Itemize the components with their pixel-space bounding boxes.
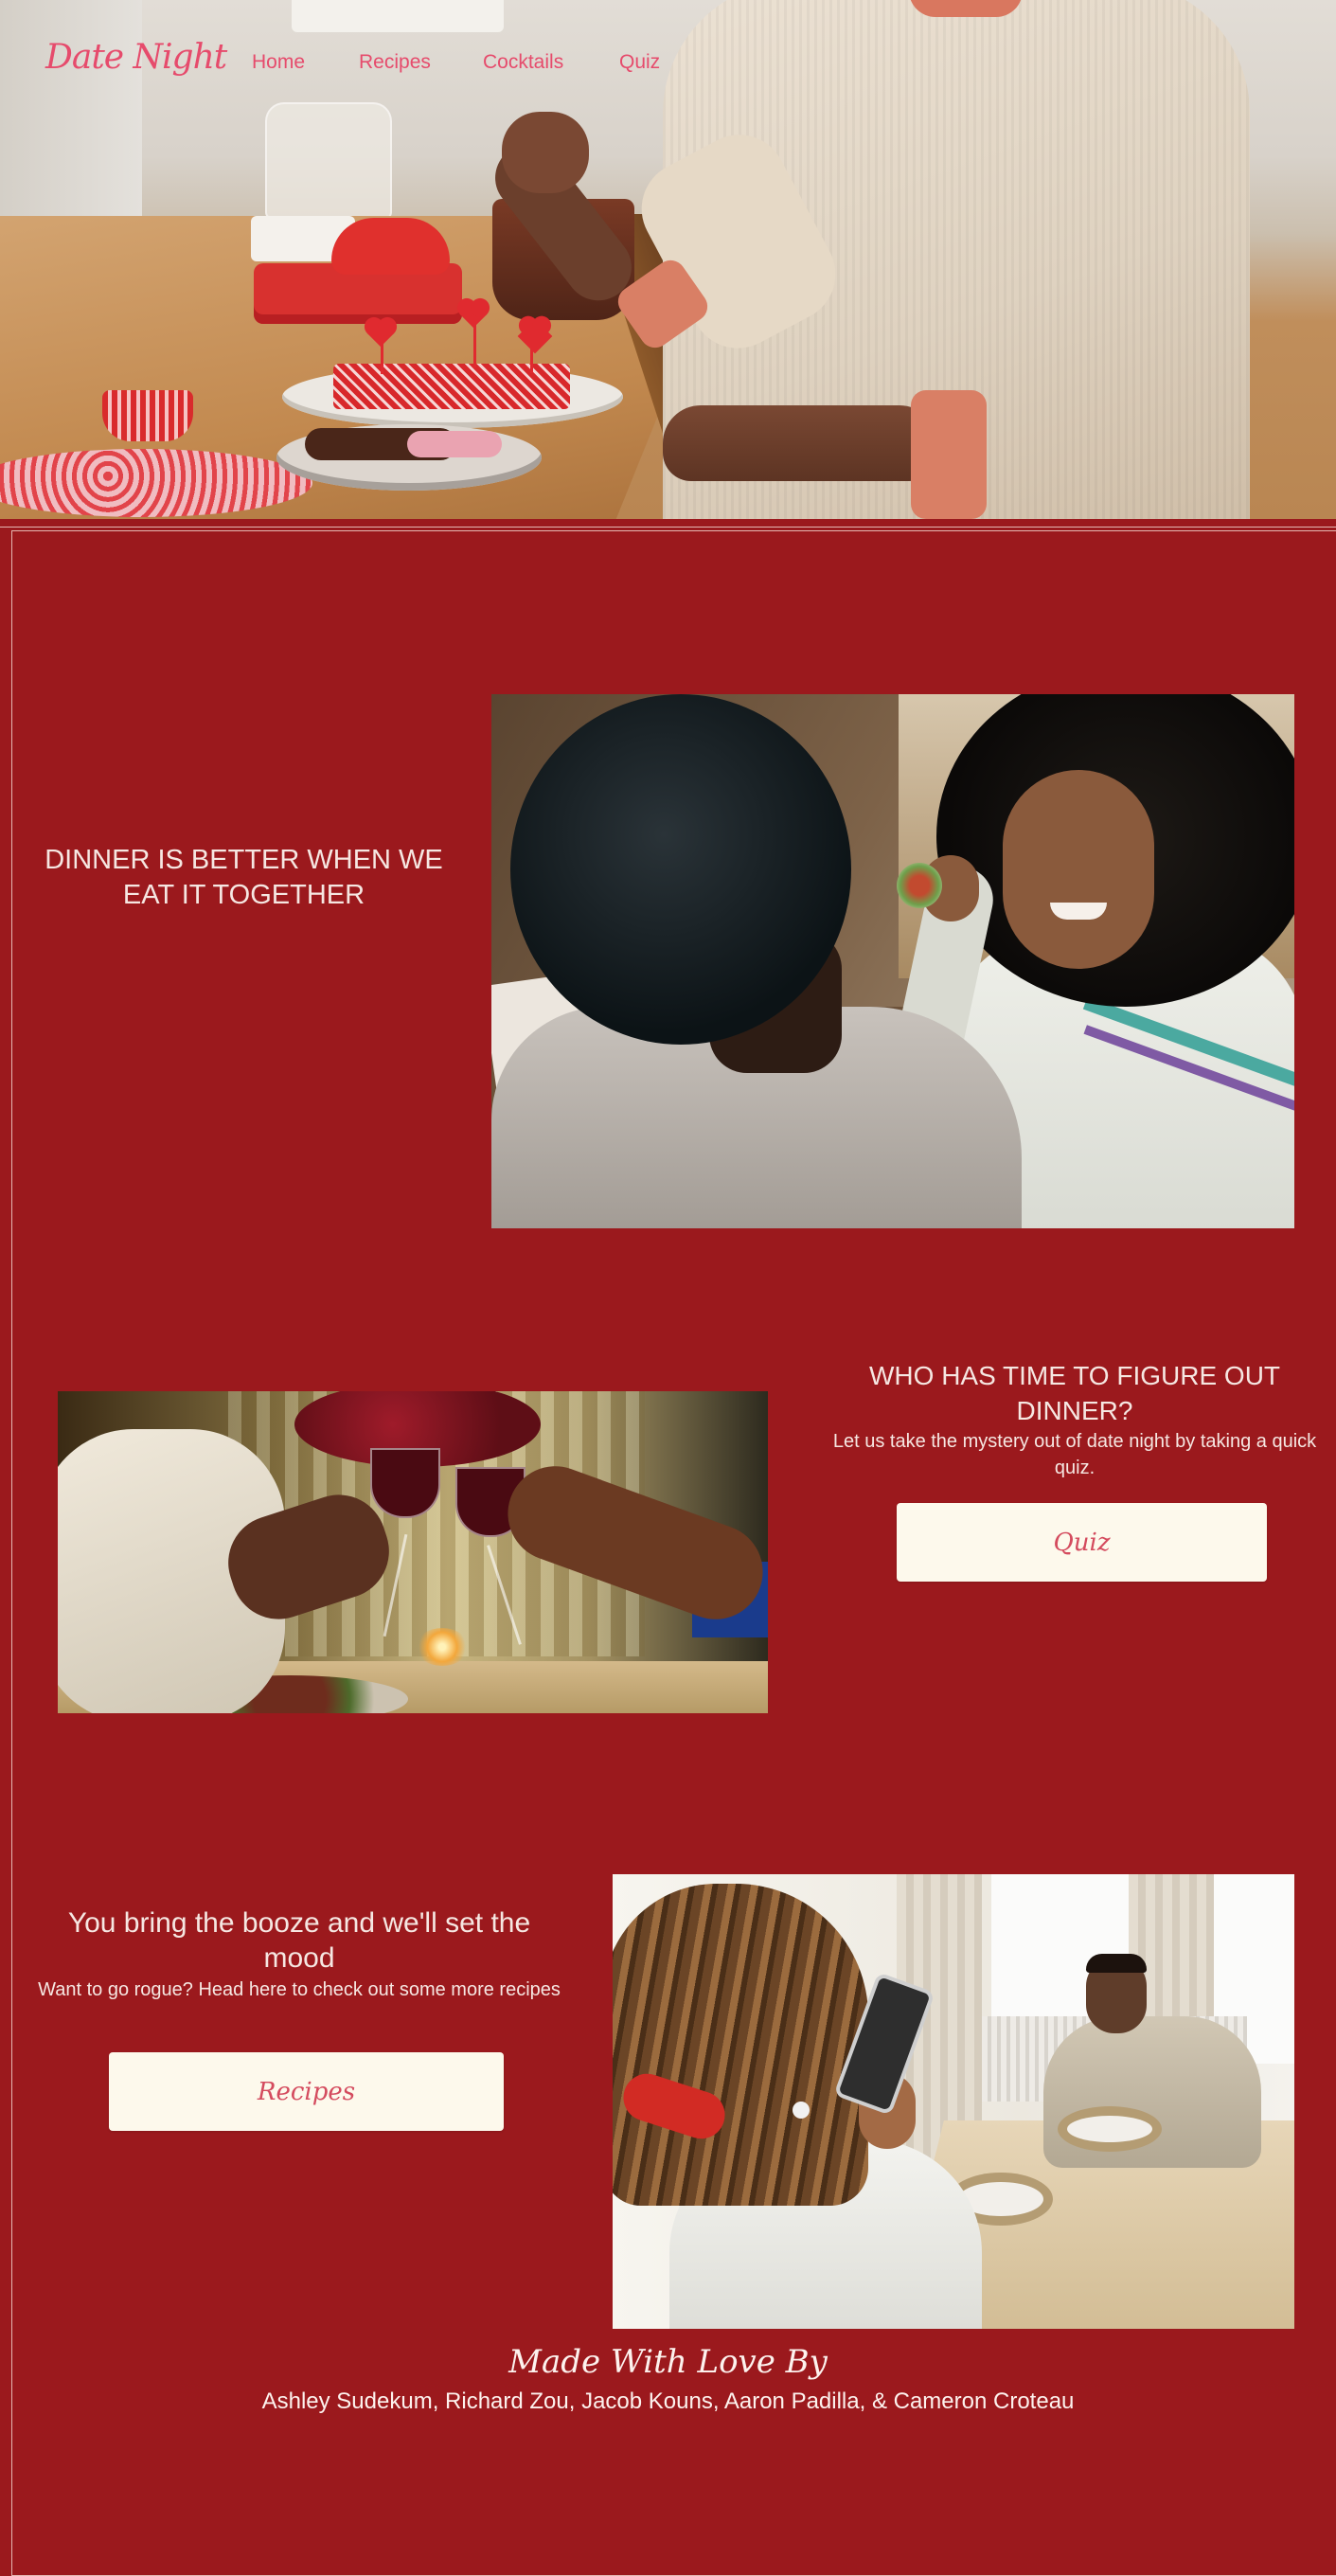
photo-smile xyxy=(1050,903,1107,920)
dining-photo xyxy=(613,1874,1294,2329)
hero-hand xyxy=(663,405,937,481)
photo-food xyxy=(897,863,942,908)
recipes-button[interactable]: Recipes xyxy=(109,2052,504,2131)
photo-earring xyxy=(793,2102,810,2119)
photo-plate xyxy=(1067,2116,1152,2142)
photo-hair xyxy=(1086,1954,1147,1973)
photo-face xyxy=(1003,770,1154,969)
top-nav: Date Night Home Recipes Cocktails Quiz xyxy=(0,0,1336,133)
section-heading-together: DINNER IS BETTER WHEN WE EAT IT TOGETHER xyxy=(45,845,443,910)
photo-wine-glass xyxy=(370,1448,440,1518)
nav-recipes[interactable]: Recipes xyxy=(359,51,431,74)
quiz-description: Let us take the mystery out of date nigh… xyxy=(832,1431,1317,1478)
recipes-description: Want to go rogue? Head here to check out… xyxy=(38,1979,561,2000)
toast-photo xyxy=(58,1391,768,1713)
section-heading-booze: You bring the booze and we'll set the mo… xyxy=(67,1907,531,1974)
credits-title: Made With Love By xyxy=(508,2343,828,2381)
hero-cupcake xyxy=(102,390,193,441)
hero-sweets xyxy=(407,431,502,457)
credits-names: Ashley Sudekum, Richard Zou, Jacob Kouns… xyxy=(261,2388,1075,2414)
nav-quiz[interactable]: Quiz xyxy=(619,51,660,74)
hero-red-bowl xyxy=(331,218,450,275)
photo-head xyxy=(510,694,851,1045)
quiz-button[interactable]: Quiz xyxy=(897,1503,1267,1582)
photo-candle xyxy=(416,1628,469,1666)
divider xyxy=(0,527,1336,528)
nav-cocktails[interactable]: Cocktails xyxy=(483,51,563,74)
photo-braids xyxy=(613,1884,868,2206)
section-heading-quiz: WHO HAS TIME TO FIGURE OUT DINNER? xyxy=(868,1361,1281,1425)
couple-photo xyxy=(491,694,1294,1228)
site-logo[interactable]: Date Night xyxy=(45,38,227,77)
hero-cakes xyxy=(333,364,570,409)
photo-man xyxy=(1043,2016,1261,2168)
hero-cuff xyxy=(911,390,987,519)
nav-home[interactable]: Home xyxy=(252,51,305,74)
